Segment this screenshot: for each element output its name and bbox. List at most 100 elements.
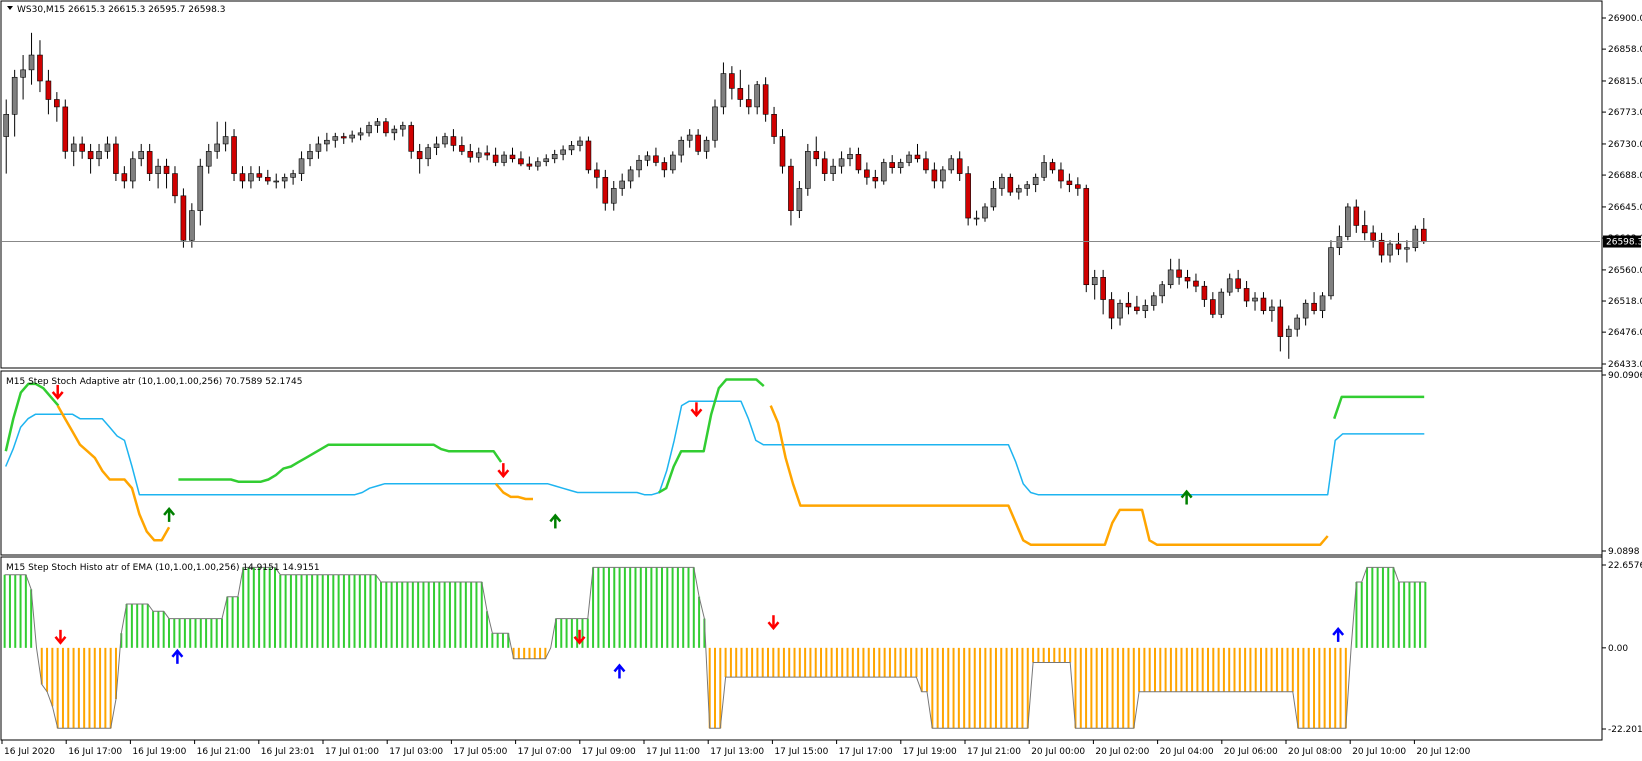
candle-body — [315, 143, 322, 152]
candle-body — [239, 173, 246, 182]
price-title: WS30,M15 26615.3 26615.3 26595.7 26598.3 — [7, 5, 225, 15]
time-tick-label: 17 Jul 05:00 — [453, 747, 507, 757]
candle-body — [796, 188, 803, 211]
candle-body — [670, 154, 676, 171]
candle-body — [1235, 278, 1241, 289]
candle-body — [11, 76, 18, 115]
candle-body — [906, 154, 912, 163]
candle-body — [1420, 228, 1427, 243]
candle-body — [399, 125, 406, 130]
price-axis-tick-label: 26645.0 — [1608, 203, 1642, 213]
stoch-panel-frame — [0, 370, 1603, 556]
stoch-axis-tick-label: 90.0906 — [1608, 371, 1642, 381]
candle-body — [45, 80, 52, 100]
candle-body — [408, 125, 415, 152]
time-tick-label: 16 Jul 2020 — [4, 747, 55, 757]
candle-body — [1150, 295, 1157, 306]
candle-body — [1091, 277, 1098, 286]
candle-body — [838, 158, 845, 167]
candle-body — [973, 217, 980, 220]
candle-body — [1319, 295, 1326, 311]
candle-body — [653, 155, 659, 163]
candle-body — [1032, 176, 1039, 186]
candle-body — [54, 99, 60, 108]
candle-body — [1412, 228, 1419, 248]
time-tick-label: 20 Jul 04:00 — [1160, 747, 1214, 757]
time-tick-label: 16 Jul 17:00 — [68, 747, 122, 757]
price-axis-tick-label: 26518.0 — [1608, 297, 1642, 307]
candle-body — [357, 132, 364, 136]
candle-body — [383, 121, 389, 134]
candle-body — [138, 151, 145, 160]
candle-body — [1353, 206, 1360, 226]
candle-body — [298, 158, 305, 174]
candle-body — [897, 162, 904, 168]
candle-body — [37, 54, 43, 82]
candle-body — [889, 162, 895, 168]
candle-body — [121, 173, 128, 182]
candle-body — [982, 206, 988, 219]
time-tick-label: 17 Jul 19:00 — [903, 747, 957, 757]
candle-body — [1201, 285, 1208, 300]
candle-body — [205, 151, 212, 167]
candle-body — [459, 145, 465, 152]
candle-body — [779, 136, 786, 167]
candle-body — [762, 84, 769, 115]
candle-body — [610, 188, 617, 204]
time-tick-label: 16 Jul 21:00 — [197, 747, 251, 757]
candle-body — [425, 147, 431, 160]
candle-body — [931, 169, 938, 182]
candle-body — [113, 143, 119, 174]
candle-body — [1041, 162, 1047, 178]
candle-body — [1125, 302, 1132, 308]
candle-body — [821, 158, 828, 174]
candle-body — [1134, 306, 1140, 311]
candle-body — [551, 154, 558, 160]
candle-body — [28, 54, 35, 71]
chart-canvas[interactable]: 26900.0 26858.0 26815.0 26773.0 26730.0 26688… — [0, 0, 1642, 761]
candle-body — [366, 125, 372, 134]
candle-body — [442, 136, 448, 145]
candle-body — [1336, 236, 1343, 248]
candle-body — [518, 158, 524, 165]
candle-body — [872, 176, 879, 182]
time-tick-label: 20 Jul 12:00 — [1416, 747, 1470, 757]
price-axis-tick-label: 26773.0 — [1608, 108, 1642, 118]
candle-body — [104, 143, 111, 152]
candle-body — [433, 143, 440, 148]
time-tick-label: 20 Jul 00:00 — [1031, 747, 1085, 757]
candle-body — [619, 180, 625, 189]
candle-body — [1277, 306, 1284, 337]
candle-body — [940, 169, 946, 182]
candle-body — [999, 176, 1005, 189]
candle-body — [661, 162, 668, 171]
time-tick-label: 17 Jul 07:00 — [518, 747, 572, 757]
candle-body — [1159, 284, 1166, 297]
price-axis-tick-label: 26560.0 — [1608, 266, 1642, 276]
price-axis-tick-label: 26900.0 — [1608, 14, 1642, 24]
candle-body — [222, 136, 229, 145]
stoch-axis-tick-label: 9.0898 — [1608, 547, 1640, 557]
candle-body — [644, 155, 651, 161]
candle-body — [1007, 176, 1014, 193]
candle-body — [526, 163, 533, 167]
candle-body — [349, 134, 355, 139]
candle-body — [880, 162, 887, 182]
candle-body — [1167, 269, 1174, 286]
candle-body — [914, 154, 921, 160]
candle-body — [1243, 288, 1250, 302]
candle-body — [737, 88, 744, 100]
price-axis-tick-label: 26688.0 — [1608, 171, 1642, 181]
time-tick-label: 17 Jul 17:00 — [839, 747, 893, 757]
candle-body — [1302, 302, 1309, 319]
price-panel-frame — [0, 0, 1603, 369]
candle-body — [501, 154, 507, 163]
candle-body — [180, 195, 187, 241]
time-tick-label: 17 Jul 15:00 — [774, 747, 828, 757]
time-tick-label: 20 Jul 06:00 — [1224, 747, 1278, 757]
candle-body — [1269, 306, 1275, 311]
candle-body — [3, 114, 10, 137]
candle-body — [324, 139, 330, 145]
candle-body — [577, 140, 583, 146]
time-tick-label: 16 Jul 19:00 — [132, 747, 186, 757]
